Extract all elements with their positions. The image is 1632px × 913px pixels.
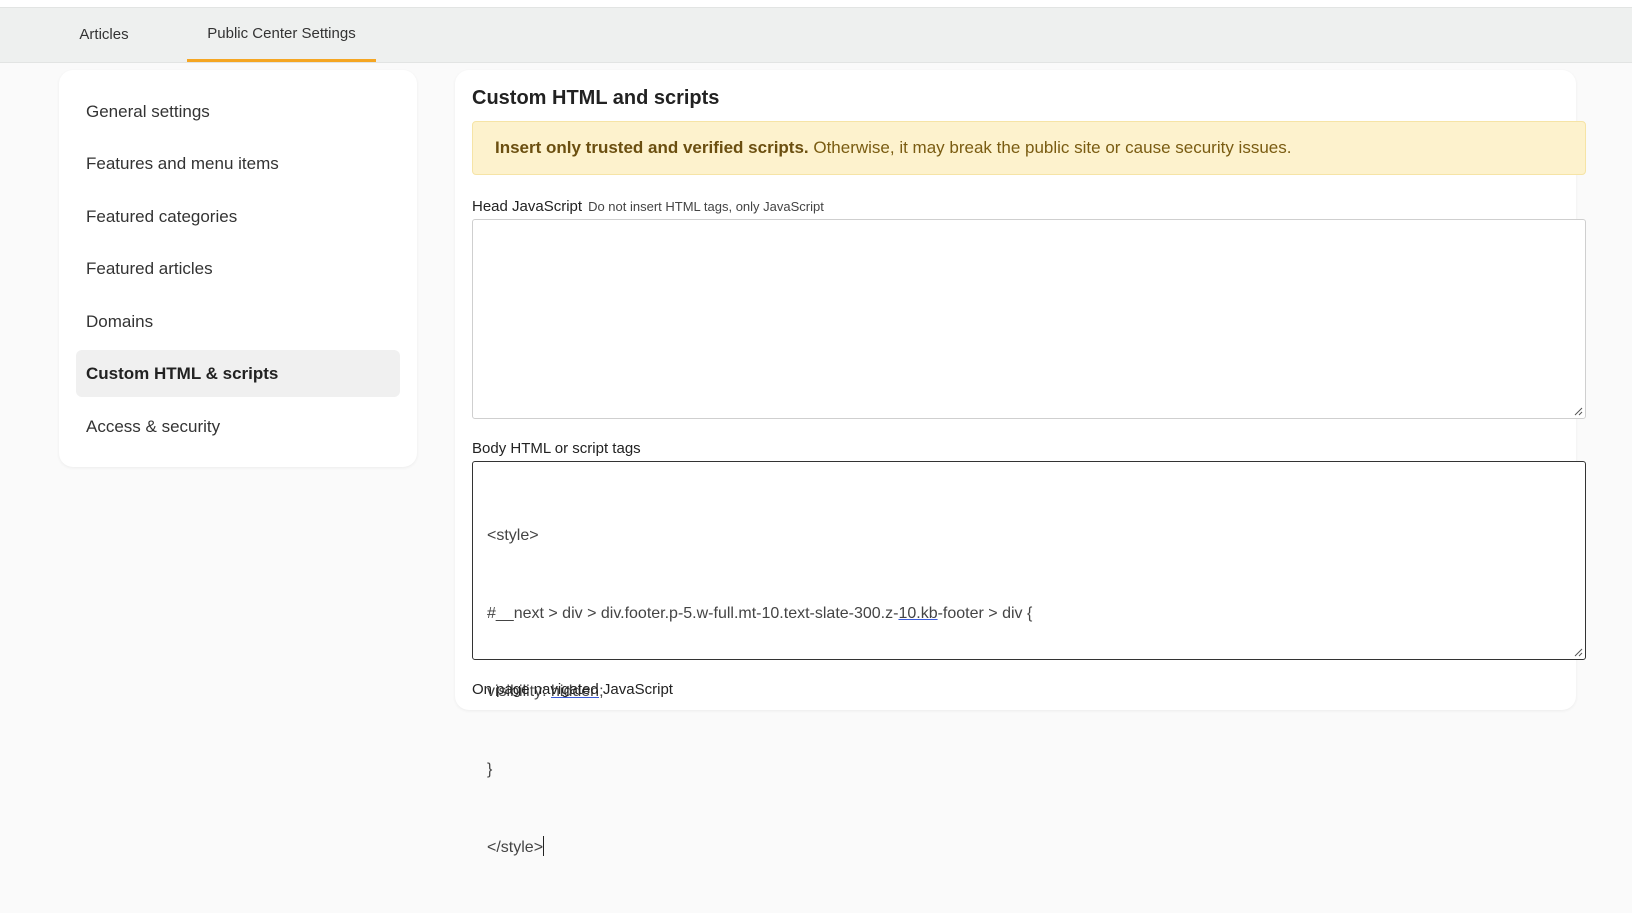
alert-text: Otherwise, it may break the public site … (808, 138, 1292, 157)
sidebar-item-featured-categories[interactable]: Featured categories (76, 193, 400, 240)
code-line-5: </style> (487, 835, 1032, 861)
sidebar-item-features-menu[interactable]: Features and menu items (76, 140, 400, 187)
code-line-2: #__next > div > div.footer.p-5.w-full.mt… (487, 605, 1033, 622)
tab-bar: Articles Public Center Settings (0, 7, 1632, 63)
main-panel: Custom HTML and scripts Insert only trus… (455, 70, 1586, 856)
tab-public-center-settings[interactable]: Public Center Settings (187, 8, 376, 62)
warning-alert: Insert only trusted and verified scripts… (472, 121, 1586, 175)
resize-handle-icon[interactable] (1573, 647, 1583, 657)
resize-handle-icon[interactable] (1573, 406, 1583, 416)
top-strip (0, 0, 1632, 7)
alert-bold-text: Insert only trusted and verified scripts… (495, 138, 809, 157)
head-js-textarea[interactable] (472, 219, 1586, 419)
head-js-hint: Do not insert HTML tags, only JavaScript (588, 199, 824, 214)
head-js-label-text: Head JavaScript (472, 198, 583, 215)
code-line-4: } (487, 761, 493, 778)
sidebar-item-domains[interactable]: Domains (76, 298, 400, 345)
sidebar-item-featured-articles[interactable]: Featured articles (76, 245, 400, 292)
sidebar-item-access-security[interactable]: Access & security (76, 403, 400, 450)
head-js-label: Head JavaScript Do not insert HTML tags, … (472, 198, 824, 215)
body-html-textarea[interactable]: <style> #__next > div > div.footer.p-5.w… (472, 461, 1586, 856)
page-nav-js-label: On page navigated JavaScript (472, 681, 673, 698)
body-html-label: Body HTML or script tags (472, 440, 641, 457)
sidebar-item-general-settings[interactable]: General settings (76, 88, 400, 135)
tab-articles[interactable]: Articles (62, 8, 146, 62)
section-title: Custom HTML and scripts (472, 87, 720, 109)
code-line-1: <style> (487, 527, 539, 544)
text-caret (543, 836, 545, 856)
sidebar-item-custom-html[interactable]: Custom HTML & scripts (76, 350, 400, 397)
settings-sidebar: General settings Features and menu items… (59, 70, 417, 467)
